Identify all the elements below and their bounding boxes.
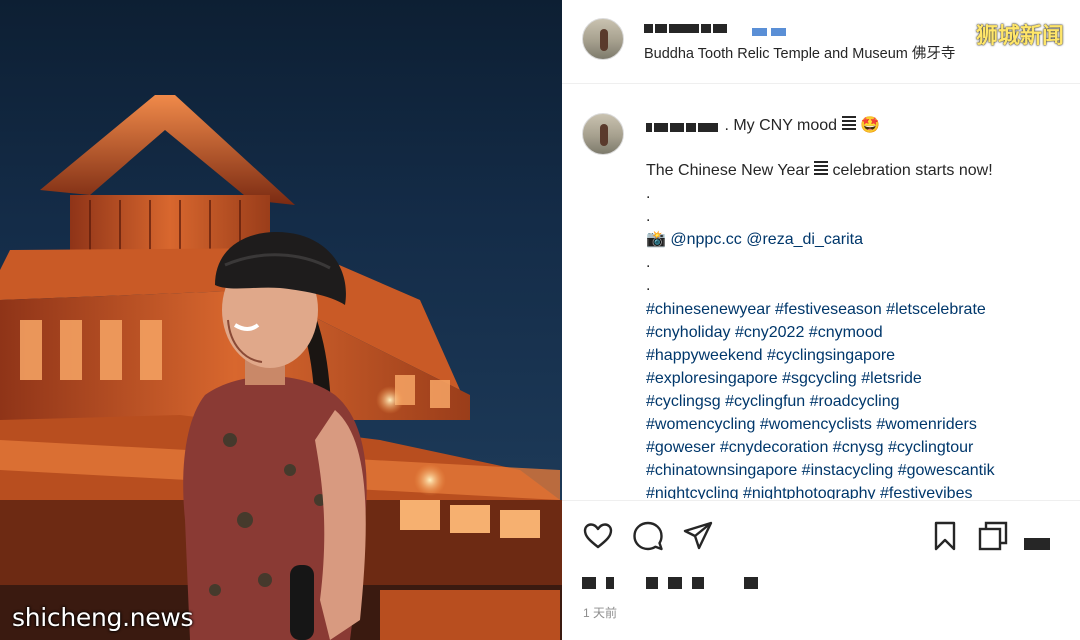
avatar[interactable] [582,18,624,60]
hashtag-link[interactable]: #letscelebrate [886,301,986,318]
like-button[interactable] [582,520,614,552]
caption-dot: . [646,277,651,295]
hashtag-link[interactable]: #cyclingtour [888,439,973,456]
hashtag-link[interactable]: #cnyholiday [646,324,731,341]
post-photo[interactable]: shicheng.news [0,0,562,640]
watermark-top-right: 狮城新闻 [975,24,1064,49]
hashtag-link[interactable]: #cyclingfun [725,393,805,410]
hashtag-link[interactable]: #exploresingapore [646,370,778,387]
collection-button[interactable] [977,520,1009,552]
caption-avatar[interactable] [582,113,624,155]
hashtag-link[interactable]: #sgcycling [782,370,857,387]
username-redacted[interactable] [644,20,729,34]
caption-title: . My CNY mood [724,117,838,134]
caption-body: The Chinese New Year celebration starts … [646,159,1066,499]
hashtag-link[interactable]: #gowescantik [898,462,995,479]
caption-text: The Chinese New Year [646,162,815,179]
hashtag-link[interactable]: #cyclingsg [646,393,721,410]
paper-plane-icon [683,521,713,550]
caption-header: . My CNY mood 🤩 [646,115,880,135]
camera-emoji-icon: 📸 [646,231,671,249]
instagram-post-view: shicheng.news Buddha Tooth Relic Temple … [0,0,1080,640]
hashtag-link[interactable]: #roadcycling [810,393,900,410]
hashtag-link[interactable]: #goweser [646,439,715,456]
temple-photo-illustration [0,95,562,640]
watermark-bottom-left: shicheng.news [12,603,194,632]
likes-count-redacted[interactable] [582,574,768,592]
heart-icon [583,523,613,549]
lines-emoji-icon [841,116,856,132]
bookmark-icon [934,521,956,551]
copy-icon [978,521,1008,551]
mention-link[interactable]: @reza_di_carita [746,231,863,248]
comment-button[interactable] [632,520,664,552]
hashtag-link[interactable]: #chinatownsingapore [646,462,797,479]
hashtag-link[interactable]: #nightphotography [743,485,876,499]
save-button[interactable] [929,520,961,552]
caption-scroll-area[interactable]: . My CNY mood 🤩 The Chinese New Year cel… [562,85,1080,499]
caption-username-redacted[interactable] [646,119,720,133]
post-header: Buddha Tooth Relic Temple and Museum 佛牙寺… [562,0,1080,84]
hashtag-link[interactable]: #cyclingsingapore [767,347,895,364]
caption-line: #cnyholiday #cny2022 #cnymood [646,321,1066,344]
hashtag-link[interactable]: #chinesenewyear [646,301,771,318]
hashtag-link[interactable]: #cnydecoration [720,439,829,456]
hashtag-link[interactable]: #cny2022 [735,324,804,341]
caption-line: #happyweekend #cyclingsingapore [646,344,1066,367]
hashtag-link[interactable]: #womenriders [876,416,976,433]
caption-line: #womencycling #womencyclists #womenrider… [646,413,1066,436]
mention-link[interactable]: @nppc.cc [670,231,741,248]
caption-line: #cyclingsg #cyclingfun #roadcycling [646,390,1066,413]
caption-text: celebration starts now! [828,162,993,179]
hashtag-link[interactable]: #instacycling [802,462,894,479]
hashtag-link[interactable]: #festiveseason [775,301,882,318]
redacted-block [1024,538,1050,550]
caption-line: The Chinese New Year celebration starts … [646,159,1066,182]
post-timestamp: 1 天前 [583,606,618,620]
caption-line: #chinatownsingapore #instacycling #gowes… [646,459,1066,482]
hashtag-link[interactable]: #festivevibes [880,485,973,499]
caption-line: #exploresingapore #sgcycling #letsride [646,367,1066,390]
hashtag-link[interactable]: #happyweekend [646,347,763,364]
hashtag-link[interactable]: #cnysg [833,439,884,456]
lines-emoji-icon [814,161,829,177]
hashtag-link[interactable]: #womencycling [646,416,755,433]
caption-dot: . [646,185,651,203]
caption-line: #nightcycling #nightphotography #festive… [646,482,1066,499]
caption-dot: . [646,254,651,272]
hashtag-link[interactable]: #cnymood [809,324,883,341]
caption-line: #goweser #cnydecoration #cnysg #cyclingt… [646,436,1066,459]
caption-line: 📸 @nppc.cc @reza_di_carita [646,228,1066,251]
caption-line: #chinesenewyear #festiveseason #letscele… [646,298,1066,321]
caption-dot: . [646,208,651,226]
post-sidebar: Buddha Tooth Relic Temple and Museum 佛牙寺… [562,0,1080,640]
location-link[interactable]: Buddha Tooth Relic Temple and Museum 佛牙寺 [644,42,955,63]
action-bar [562,500,1080,564]
hashtag-link[interactable]: #nightcycling [646,485,739,499]
comment-icon [633,521,663,551]
star-struck-emoji-icon: 🤩 [859,117,880,134]
hashtag-link[interactable]: #letsride [861,370,921,387]
share-button[interactable] [682,520,714,552]
redacted-badge [752,23,790,36]
hashtag-link[interactable]: #womencyclists [760,416,872,433]
